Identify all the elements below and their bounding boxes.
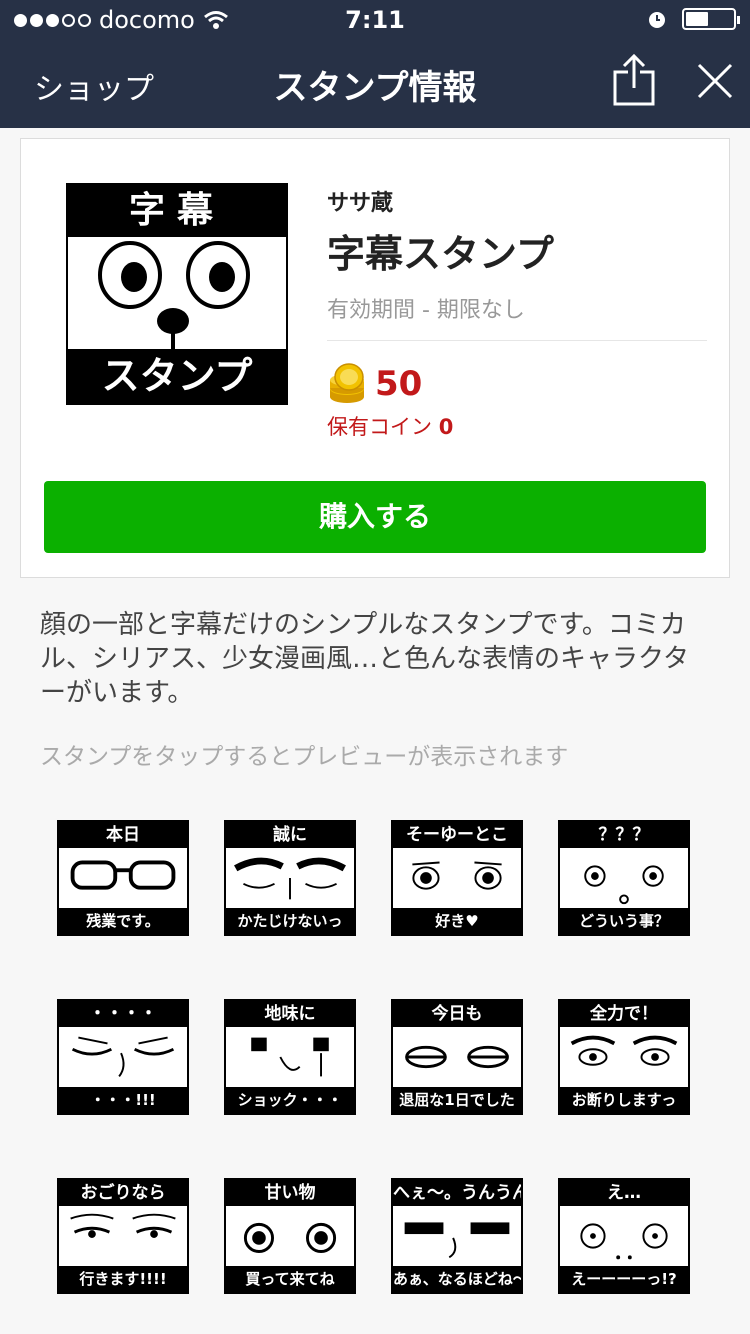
top-bar: docomo 7:11 ショップ スタンプ情報 bbox=[0, 0, 750, 128]
cartoon-face-icon bbox=[98, 241, 250, 351]
info-divider bbox=[327, 340, 707, 341]
close-icon[interactable] bbox=[696, 62, 734, 100]
product-info: ササ蔵 字幕スタンプ 有効期間 - 期限なし 50 保有コイン 0 bbox=[327, 183, 707, 441]
sticker-preview-item[interactable]: ・・・・・・・!!! bbox=[57, 999, 189, 1115]
sticker-preview-item[interactable]: 甘い物 買って来てね bbox=[224, 1178, 356, 1294]
share-icon[interactable] bbox=[612, 54, 656, 106]
validity-period: 有効期間 - 期限なし bbox=[327, 298, 525, 323]
sticker-face-icon bbox=[405, 1045, 509, 1069]
sticker-top-caption: え… bbox=[560, 1180, 688, 1206]
owned-coins-value: 0 bbox=[438, 415, 454, 439]
sticker-thumbnail: 字幕 スタンプ bbox=[66, 183, 288, 405]
sticker-face-icon bbox=[70, 1213, 176, 1238]
navigation-bar: ショップ スタンプ情報 bbox=[0, 40, 750, 128]
preview-hint: スタンプをタップするとプレビューが表示されます bbox=[40, 744, 569, 770]
alarm-icon bbox=[649, 12, 665, 28]
sticker-preview-item[interactable]: 地味にショック・・・ bbox=[224, 999, 356, 1115]
sticker-face-icon bbox=[404, 1222, 510, 1259]
sticker-face-icon bbox=[71, 1036, 175, 1077]
sticker-face-icon bbox=[70, 860, 176, 890]
sticker-bottom-caption: あぁ、なるほどね〜 bbox=[393, 1266, 521, 1292]
thumbnail-top-caption: 字幕 bbox=[68, 185, 286, 237]
battery-icon bbox=[682, 8, 740, 30]
sticker-preview-item[interactable]: おごりなら行きます!!!! bbox=[57, 1178, 189, 1294]
price-value: 50 bbox=[375, 364, 423, 404]
sticker-preview-item[interactable]: 今日も退屈な1日でした bbox=[391, 999, 523, 1115]
status-bar: docomo 7:11 bbox=[0, 0, 750, 40]
sticker-preview-item[interactable]: そーゆーとこ 好き♥ bbox=[391, 820, 523, 936]
price-row: 50 bbox=[327, 363, 707, 405]
sticker-top-caption: 誠に bbox=[226, 822, 354, 848]
sticker-preview-item[interactable]: へぇ〜。うんうん。あぁ、なるほどね〜 bbox=[391, 1178, 523, 1294]
product-name: 字幕スタンプ bbox=[327, 232, 554, 276]
thumbnail-bottom-caption: スタンプ bbox=[68, 349, 286, 403]
owned-coins: 保有コイン 0 bbox=[327, 411, 707, 441]
sticker-top-caption: 今日も bbox=[393, 1001, 521, 1027]
sticker-bottom-caption: えーーーーっ!? bbox=[560, 1266, 688, 1292]
sticker-top-caption: 地味に bbox=[226, 1001, 354, 1027]
sticker-preview-item[interactable]: ？？？ どういう事？ bbox=[558, 820, 690, 936]
sticker-top-caption: へぇ〜。うんうん。 bbox=[393, 1180, 521, 1206]
sticker-top-caption: ・・・・ bbox=[59, 1001, 187, 1027]
sticker-preview-item[interactable]: 本日 残業です。 bbox=[57, 820, 189, 936]
sticker-bottom-caption: ショック・・・ bbox=[226, 1087, 354, 1113]
sticker-bottom-caption: どういう事？ bbox=[560, 908, 688, 934]
author-name[interactable]: ササ蔵 bbox=[327, 185, 707, 217]
sticker-top-caption: 本日 bbox=[59, 822, 187, 848]
sticker-bottom-caption: ・・・!!! bbox=[59, 1087, 187, 1113]
sticker-bottom-caption: かたじけないっ bbox=[226, 908, 354, 934]
sticker-top-caption: ？？？ bbox=[560, 822, 688, 848]
sticker-bottom-caption: 好き♥ bbox=[393, 908, 521, 934]
sticker-face-icon bbox=[580, 1223, 668, 1260]
sticker-preview-item[interactable]: え… えーーーーっ!? bbox=[558, 1178, 690, 1294]
sticker-face-icon bbox=[584, 865, 664, 905]
sticker-bottom-caption: 退屈な1日でした bbox=[393, 1087, 521, 1113]
coin-icon bbox=[330, 363, 364, 403]
sticker-bottom-caption: 買って来てね bbox=[226, 1266, 354, 1292]
sticker-top-caption: 全力で！ bbox=[560, 1001, 688, 1027]
sticker-top-caption: そーゆーとこ bbox=[393, 822, 521, 848]
sticker-face-icon bbox=[412, 861, 502, 890]
sticker-top-caption: おごりなら bbox=[59, 1180, 187, 1206]
sticker-bottom-caption: お断りしますっ bbox=[560, 1087, 688, 1113]
sticker-preview-item[interactable]: 誠に かたじけないっ bbox=[224, 820, 356, 936]
purchase-button[interactable]: 購入する bbox=[44, 481, 706, 553]
sticker-bottom-caption: 行きます!!!! bbox=[59, 1266, 187, 1292]
sticker-face-icon bbox=[243, 1222, 337, 1253]
product-card: 字幕 スタンプ ササ蔵 字幕スタンプ 有効期間 - 期限なし 50 保有コイン … bbox=[20, 138, 730, 578]
sticker-bottom-caption: 残業です。 bbox=[59, 908, 187, 934]
status-time: 7:11 bbox=[345, 6, 405, 34]
owned-coins-label: 保有コイン bbox=[327, 415, 432, 439]
sticker-top-caption: 甘い物 bbox=[226, 1180, 354, 1206]
sticker-face-icon bbox=[234, 857, 346, 900]
sticker-preview-item[interactable]: 全力で！ お断りしますっ bbox=[558, 999, 690, 1115]
product-description: 顔の一部と字幕だけのシンプルなスタンプです。コミカル、シリアス、少女漫画風…と色… bbox=[40, 610, 689, 708]
sticker-face-icon bbox=[251, 1037, 329, 1077]
sticker-face-icon bbox=[570, 1035, 678, 1066]
